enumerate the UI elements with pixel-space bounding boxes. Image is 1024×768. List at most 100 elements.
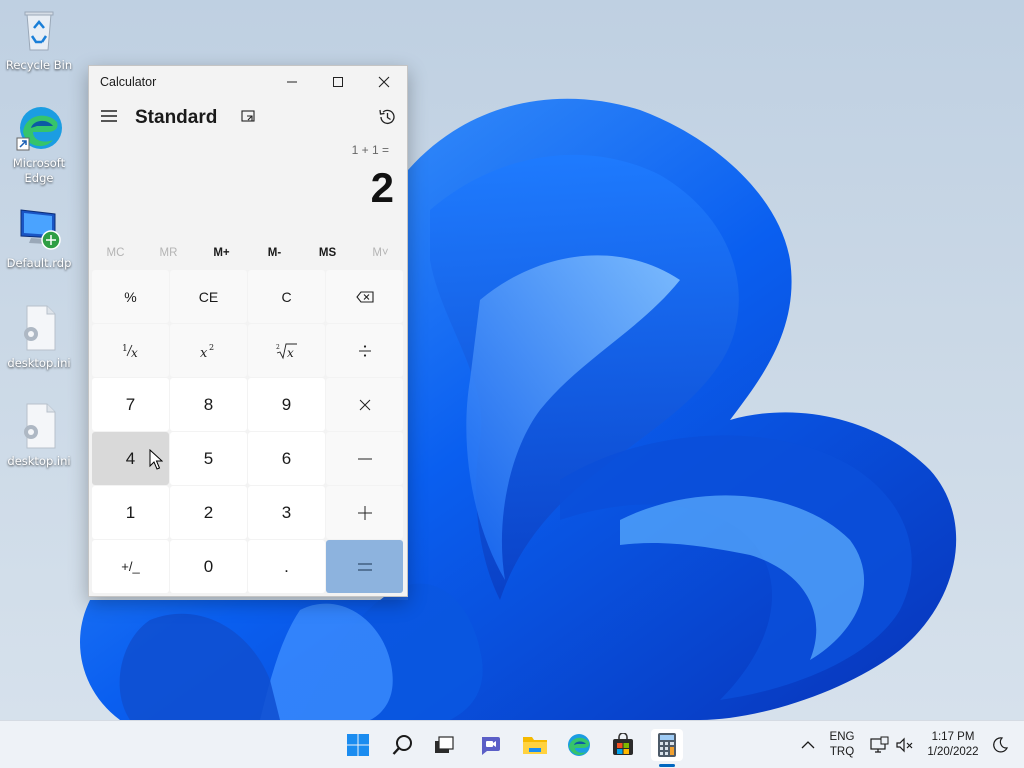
speaker-muted-icon bbox=[896, 737, 913, 753]
clock-time: 1:17 PM bbox=[931, 731, 975, 743]
digit-1-button[interactable]: 1 bbox=[92, 486, 169, 539]
digit-2-button[interactable]: 2 bbox=[170, 486, 247, 539]
memory-store-button[interactable]: MS bbox=[301, 242, 354, 264]
svg-text:x: x bbox=[131, 346, 138, 360]
start-button[interactable] bbox=[342, 729, 374, 761]
history-button[interactable] bbox=[377, 107, 397, 127]
task-view-icon bbox=[435, 736, 454, 753]
search-button[interactable] bbox=[387, 729, 419, 761]
window-title: Calculator bbox=[100, 75, 157, 89]
square-icon: x 2 bbox=[200, 343, 214, 360]
calculator-taskbar-button[interactable] bbox=[651, 729, 683, 761]
file-explorer-icon bbox=[523, 737, 547, 754]
minimize-icon bbox=[287, 81, 297, 83]
divide-button[interactable] bbox=[326, 324, 403, 377]
mouse-cursor-icon bbox=[149, 449, 163, 470]
negate-button[interactable]: +/_ bbox=[92, 540, 169, 593]
digit-0-button[interactable]: 0 bbox=[170, 540, 247, 593]
maximize-button[interactable] bbox=[315, 66, 361, 98]
reciprocal-button[interactable]: 1 x bbox=[92, 324, 169, 377]
memory-subtract-button[interactable]: M- bbox=[248, 242, 301, 264]
equals-button[interactable] bbox=[326, 540, 403, 593]
file-explorer-button[interactable] bbox=[519, 729, 551, 761]
notification-button[interactable] bbox=[984, 729, 1016, 761]
close-button[interactable] bbox=[361, 66, 407, 98]
svg-text:x: x bbox=[200, 346, 208, 360]
keypad: % CE C 1 x x 2 2 x 7 8 9 4 5 6 1 2 3 +/_… bbox=[92, 270, 406, 593]
desktop-icon-label: desktop.ini bbox=[7, 454, 71, 468]
minimize-button[interactable] bbox=[269, 66, 315, 98]
keep-on-top-icon bbox=[241, 110, 255, 122]
divide-icon bbox=[358, 344, 371, 357]
plus-icon bbox=[357, 505, 372, 520]
memory-clear-button[interactable]: MC bbox=[89, 242, 142, 264]
recycle-bin-icon bbox=[15, 6, 63, 54]
square-root-button[interactable]: 2 x bbox=[248, 324, 325, 377]
svg-text:2: 2 bbox=[276, 344, 280, 351]
desktop-icon-label: Recycle Bin bbox=[5, 58, 73, 72]
calculation-expression: 1 + 1 = bbox=[351, 143, 389, 157]
taskbar: ENG TRQ 1:17 PM 1/20/2022 bbox=[0, 720, 1024, 768]
desktop-icon-recycle-bin[interactable]: Recycle Bin bbox=[0, 6, 78, 73]
task-view-button[interactable] bbox=[428, 729, 460, 761]
volume-button[interactable] bbox=[889, 729, 921, 761]
digit-9-button[interactable]: 9 bbox=[248, 378, 325, 431]
digit-7-button[interactable]: 7 bbox=[92, 378, 169, 431]
svg-text:x: x bbox=[287, 346, 294, 360]
decimal-button[interactable]: . bbox=[248, 540, 325, 593]
desktop-icon-default-rdp[interactable]: Default.rdp bbox=[0, 204, 78, 271]
chat-button[interactable] bbox=[474, 729, 506, 761]
network-icon bbox=[870, 736, 889, 753]
backspace-icon bbox=[355, 290, 374, 303]
keep-on-top-button[interactable] bbox=[239, 108, 257, 126]
show-hidden-icons-button[interactable] bbox=[792, 729, 824, 761]
keyboard-layout-label: TRQ bbox=[829, 746, 855, 758]
memory-add-button[interactable]: M+ bbox=[195, 242, 248, 264]
digit-3-button[interactable]: 3 bbox=[248, 486, 325, 539]
subtract-button[interactable] bbox=[326, 432, 403, 485]
square-button[interactable]: x 2 bbox=[170, 324, 247, 377]
desktop-icon-edge[interactable]: Microsoft Edge bbox=[0, 104, 78, 186]
store-button[interactable] bbox=[607, 729, 639, 761]
memory-recall-button[interactable]: MR bbox=[142, 242, 195, 264]
hamburger-menu-icon bbox=[101, 110, 117, 122]
desktop-icon-desktop-ini-2[interactable]: desktop.ini bbox=[0, 402, 78, 469]
desktop-icon-desktop-ini-1[interactable]: desktop.ini bbox=[0, 304, 78, 371]
language-label: ENG bbox=[829, 731, 855, 743]
navigation-menu-button[interactable] bbox=[99, 106, 119, 126]
clock[interactable]: 1:17 PM 1/20/2022 bbox=[920, 730, 986, 760]
calculator-mode-title: Standard bbox=[135, 107, 218, 128]
edge-taskbar-button[interactable] bbox=[563, 729, 595, 761]
start-icon bbox=[347, 734, 369, 756]
input-language-indicator[interactable]: ENG TRQ bbox=[822, 730, 862, 760]
desktop-icon-label: Default.rdp bbox=[6, 256, 72, 270]
percent-button[interactable]: % bbox=[92, 270, 169, 323]
multiply-button[interactable] bbox=[326, 378, 403, 431]
edge-icon bbox=[568, 734, 590, 756]
clear-button[interactable]: C bbox=[248, 270, 325, 323]
multiply-icon bbox=[359, 399, 370, 410]
calculator-header: Standard bbox=[89, 98, 407, 138]
close-icon bbox=[378, 76, 390, 88]
memory-list-button[interactable]: M˅ bbox=[354, 242, 407, 264]
store-icon bbox=[613, 733, 633, 755]
title-bar[interactable]: Calculator bbox=[89, 66, 407, 98]
search-icon bbox=[392, 735, 412, 755]
svg-text:2: 2 bbox=[209, 343, 214, 352]
calculator-icon bbox=[658, 733, 676, 757]
clock-date: 1/20/2022 bbox=[927, 746, 979, 758]
chevron-up-icon bbox=[801, 741, 815, 749]
focus-moon-icon bbox=[993, 737, 1009, 753]
minus-icon bbox=[357, 458, 372, 459]
backspace-button[interactable] bbox=[326, 270, 403, 323]
add-button[interactable] bbox=[326, 486, 403, 539]
edge-icon bbox=[15, 104, 63, 152]
history-icon bbox=[379, 109, 395, 125]
digit-8-button[interactable]: 8 bbox=[170, 378, 247, 431]
digit-6-button[interactable]: 6 bbox=[248, 432, 325, 485]
memory-row: MC MR M+ M- MS M˅ bbox=[89, 242, 407, 264]
clear-entry-button[interactable]: CE bbox=[170, 270, 247, 323]
result-display: 2 bbox=[370, 164, 394, 211]
maximize-icon bbox=[333, 77, 343, 87]
digit-5-button[interactable]: 5 bbox=[170, 432, 247, 485]
